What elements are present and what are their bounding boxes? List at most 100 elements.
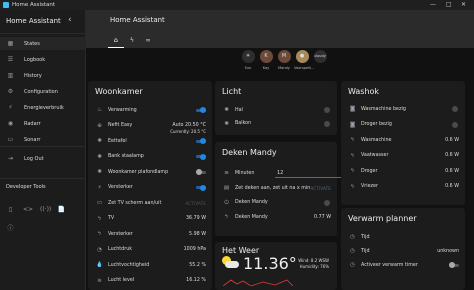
entity-row[interactable]: 💧 Luchtvochtigheid 55.2 % (88, 259, 212, 271)
tab-glasses[interactable]: ∞ (140, 34, 156, 48)
weather-details: Wind: 8.2 WSW Humidity: 76% (298, 258, 329, 270)
grid-icon: ▦ (7, 40, 14, 47)
badge-voorspelli[interactable]: ● Voorspelli... (294, 50, 315, 70)
entity-name: Eettafel (108, 138, 127, 144)
sidebar-item-history[interactable]: ▥ History (0, 69, 86, 82)
sidebar-item-label: Configuration (24, 89, 58, 95)
entity-name: Vaatwasser (361, 153, 389, 158)
entity-name: Droger (361, 168, 378, 174)
entity-row[interactable]: ✺ Eettafel (88, 135, 212, 147)
sidebar-item-configuration[interactable]: ⚙ Configuration (0, 85, 86, 98)
state-indicator[interactable] (452, 121, 458, 128)
state-indicator[interactable] (324, 120, 330, 127)
tab-energy[interactable]: ϟ (124, 34, 140, 48)
entity-row[interactable]: ✺ Hal (215, 104, 337, 116)
sidebar-item-radarr[interactable]: ◉ Radarr (0, 117, 86, 130)
entity-row[interactable]: ✺ Bank staalamp (88, 151, 212, 163)
entity-row[interactable]: ✺ Woonkamer plafondlamp (88, 166, 212, 178)
entity-row[interactable]: ⏻ Deken Mandy (215, 197, 337, 209)
badge-label: Sun (244, 66, 252, 70)
entity-row[interactable]: ◷ Activeer verwarm timer (341, 259, 465, 271)
info-icon[interactable]: ⓘ (6, 223, 15, 232)
timer-icon: ◷ (350, 262, 355, 268)
entity-row[interactable]: ▭ Zet TV scherm aan/uit ACTIVATE (88, 197, 212, 209)
activate-button[interactable]: ACTIVATE (310, 186, 331, 191)
entity-row[interactable]: ◙ Droger bezig (341, 119, 465, 131)
code-icon[interactable]: <> (23, 206, 33, 213)
collapse-sidebar-icon[interactable]: ‹ (68, 15, 72, 25)
sidebar-item-states[interactable]: ▦ States (0, 37, 86, 50)
entity-name: Nefit Easy (108, 123, 133, 128)
sidebar-item-energieverbruik[interactable]: ⚡ Energieverbruik (0, 101, 86, 114)
sidebar-item-sonarr[interactable]: ▭ Sonarr (0, 133, 86, 146)
badge-kay[interactable]: K Kay (258, 50, 274, 70)
maximize-button[interactable]: □ (446, 1, 452, 8)
entity-row[interactable]: ϟ Versterker 5.98 W (88, 228, 212, 240)
state-indicator[interactable] (324, 199, 330, 206)
card-washok: Washok ◙ Wasmachine bezig ◙ Droger bezig ϟ Wa… (341, 81, 465, 205)
entity-row[interactable]: ◷ Tijd unknown (341, 245, 465, 257)
entity-row[interactable]: ⊕ Nefit Easy Auto 20.50 °C Currently: 20.5 … (88, 120, 212, 134)
badge-sun[interactable]: ☀ Sun (240, 50, 256, 70)
entity-row[interactable]: ≋ Lucht level 16.12 % (88, 275, 212, 287)
entity-row[interactable]: ϟ Deken Mandy 0.77 W (215, 211, 337, 223)
developer-tools-icons: ▯ <> ((·)) 📄 ⓘ (6, 196, 85, 234)
entity-row[interactable]: ◔ Luchtdruk 1009 hPa (88, 244, 212, 256)
sidebar-item-log-out[interactable]: ⇥ Log Out (0, 152, 86, 165)
logout-icon: ⇥ (7, 155, 14, 162)
flash-icon: ϟ (350, 137, 355, 143)
entity-row[interactable]: ϟ Vriezer 0.6 W (341, 181, 465, 193)
entity-row[interactable]: ▤ Zet deken aan, zet uit na x min ACTIVATE (215, 182, 337, 194)
flash-icon: ϟ (350, 183, 355, 190)
card-verwarm-planner: Verwarm planner ◷ Tijd ◷ Tijd unknown ◷ Active… (341, 208, 465, 290)
card-het-weer[interactable]: Het Weer 11.36° Wind: 8.2 WSW Humidity: … (215, 242, 337, 290)
tab-home[interactable]: ⌂ (108, 34, 124, 48)
entity-state: 36.79 W (185, 216, 206, 221)
entity-name: Tijd (361, 234, 370, 240)
energy-icon: ⚡ (8, 104, 13, 111)
entity-row[interactable]: ϟ TV 36.79 W (88, 213, 212, 225)
toggle-switch[interactable] (196, 107, 206, 113)
activate-button[interactable]: ACTIVATE (185, 201, 206, 206)
flash-icon: ϟ (97, 215, 102, 222)
entity-name: Deken Mandy (235, 214, 268, 220)
state-indicator[interactable] (452, 106, 458, 112)
close-button[interactable]: ✕ (461, 1, 466, 8)
badge-weather[interactable]: cloudy (312, 50, 328, 66)
toggle-switch[interactable] (196, 153, 206, 160)
top-header: Home Assistant ⌂ ϟ ∞ (86, 10, 474, 48)
entity-state: 0.6 W (445, 168, 459, 174)
entity-name: Deken Mandy (235, 200, 268, 205)
entity-row[interactable]: ϟ Vaatwasser 0.6 W (341, 150, 465, 162)
window-titlebar: Home Assistant — □ ✕ (0, 0, 474, 10)
badge-icon: M (277, 50, 291, 63)
entity-row[interactable]: ✺ Balkon (215, 118, 337, 130)
entity-name: Vriezer (361, 184, 378, 189)
entity-row[interactable]: ◙ Wasmachine bezig (341, 103, 465, 115)
badge-label: Kay (262, 66, 270, 70)
entity-row[interactable]: ♨ Verwarming (88, 104, 212, 116)
bulb-icon: ✺ (97, 138, 102, 144)
remote-icon[interactable]: ▯ (6, 206, 15, 213)
toggle-switch[interactable] (449, 262, 459, 268)
template-icon[interactable]: 📄 (57, 206, 66, 213)
state-indicator[interactable] (324, 107, 330, 113)
toggle-switch[interactable] (196, 138, 206, 144)
sidebar-item-logbook[interactable]: ☰ Logbook (0, 53, 86, 66)
entity-state: 0.6 W (445, 153, 459, 158)
badge-mandy[interactable]: M Mandy (276, 50, 292, 70)
entity-row[interactable]: ϟ Wasmachine 0.6 W (341, 134, 465, 146)
broadcast-icon[interactable]: ((·)) (40, 206, 51, 213)
sidebar-title: Home Assistant (6, 17, 61, 25)
card-title: Licht (222, 87, 242, 96)
entity-state: unknown (437, 248, 459, 254)
toggle-knob (200, 138, 206, 144)
entity-row[interactable]: ◷ Tijd (341, 231, 465, 243)
entity-row[interactable]: ⚡ Versterker (88, 182, 212, 194)
entity-row[interactable]: ϟ Droger 0.6 W (341, 165, 465, 177)
toggle-switch[interactable] (196, 169, 206, 175)
minimize-button[interactable]: — (430, 1, 436, 8)
badge-label: Voorspelli... (294, 66, 315, 70)
toggle-switch[interactable] (196, 184, 206, 191)
script-icon: ▤ (223, 185, 230, 191)
